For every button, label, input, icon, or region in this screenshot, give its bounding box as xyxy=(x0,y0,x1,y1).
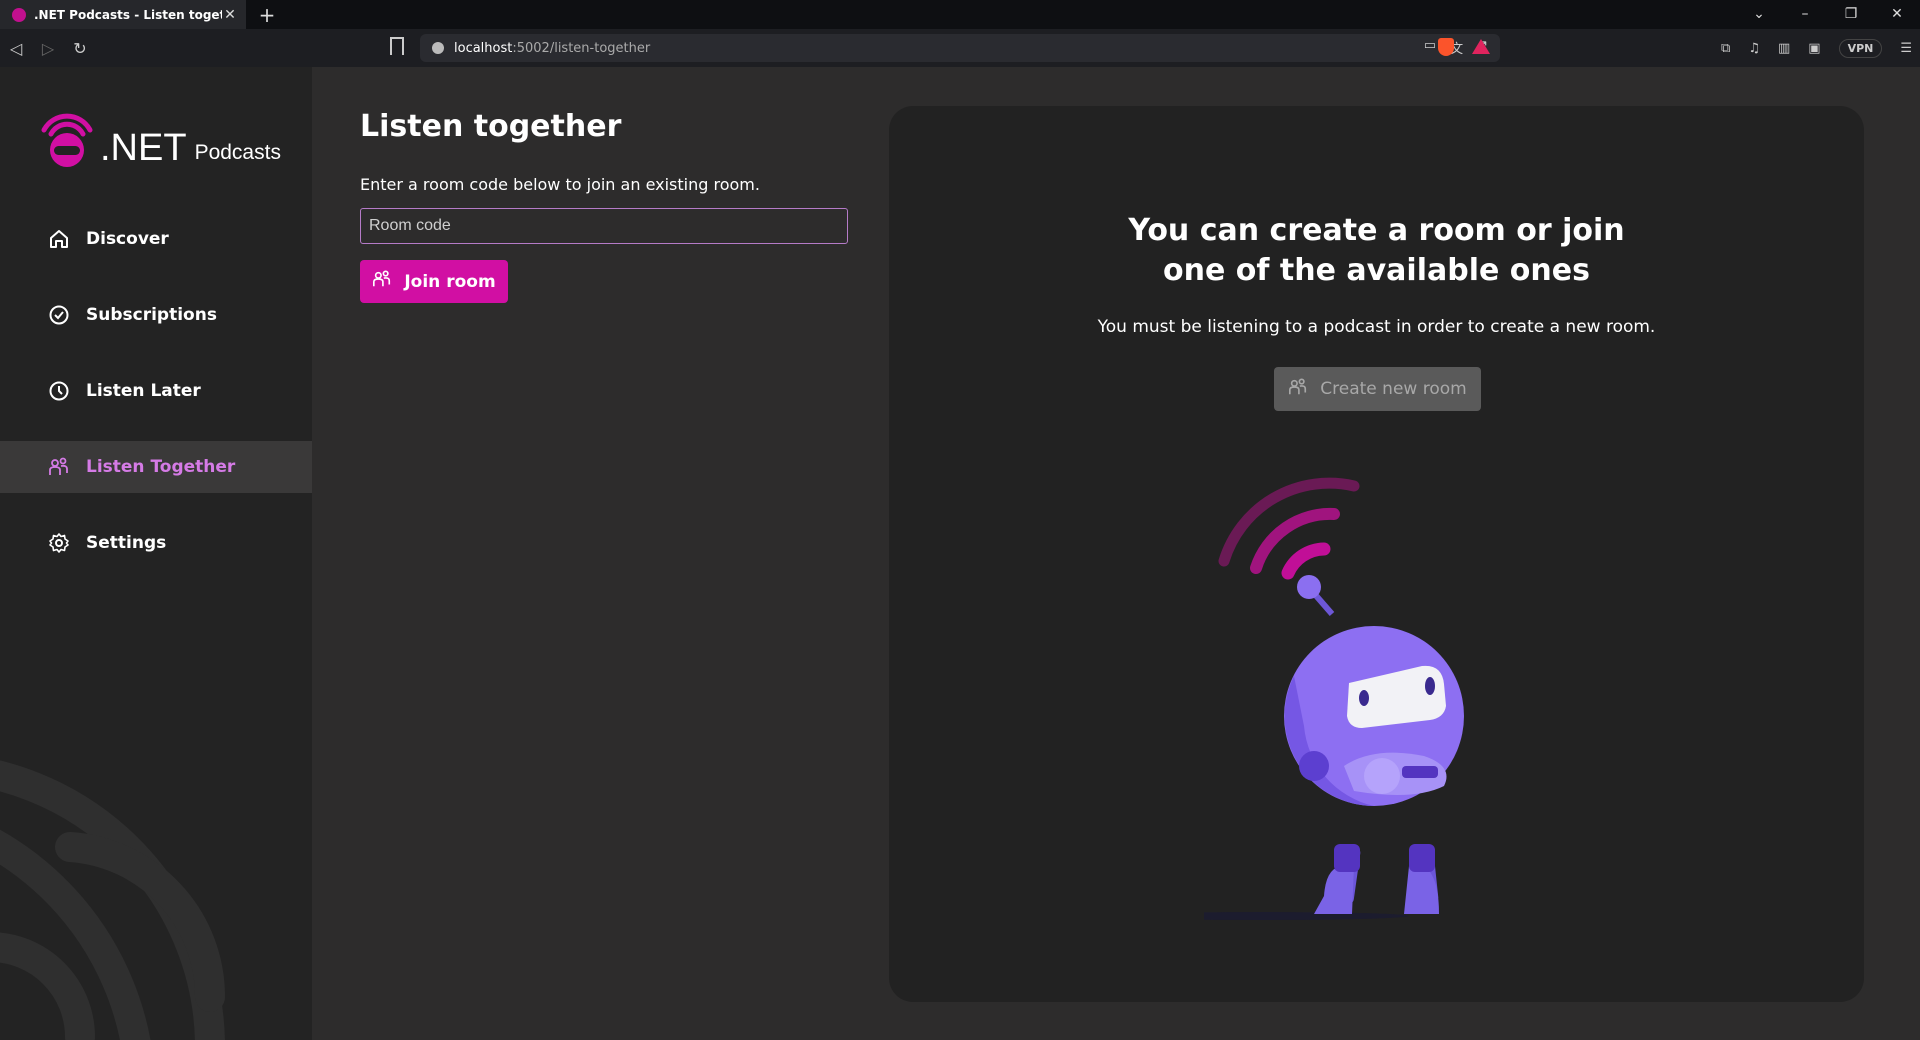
sidebar-item-label: Settings xyxy=(86,533,167,553)
back-button[interactable]: ◁ xyxy=(0,39,32,58)
url-path: :5002/listen-together xyxy=(512,40,651,56)
sidebar-nav: Discover Subscriptions Listen Later List… xyxy=(0,213,312,593)
gear-icon xyxy=(48,532,70,554)
window-controls: ⌄ – ❐ ✕ xyxy=(1736,0,1920,29)
browser-right-tools: ⧉ ♫ ▥ ▣ VPN ☰ xyxy=(1721,29,1912,67)
brave-shields-icon[interactable] xyxy=(1438,38,1454,56)
create-new-room-button[interactable]: Create new room xyxy=(1274,367,1481,411)
tab-close-icon[interactable]: ✕ xyxy=(222,7,238,23)
sidebar-item-discover[interactable]: Discover xyxy=(0,213,312,265)
people-icon xyxy=(1288,377,1308,402)
media-icon[interactable]: ♫ xyxy=(1748,41,1760,56)
podcast-favicon-icon xyxy=(12,7,26,22)
panel-text: You must be listening to a podcast in or… xyxy=(1097,317,1656,337)
sidebar-item-listen-together[interactable]: Listen Together xyxy=(0,441,312,493)
panel-title-line2: one of the available ones xyxy=(1163,253,1590,288)
people-icon xyxy=(372,269,392,294)
sidebar-item-subscriptions[interactable]: Subscriptions xyxy=(0,289,312,341)
sidebar-item-label: Listen Together xyxy=(86,457,236,477)
sidebar-item-listen-later[interactable]: Listen Later xyxy=(0,365,312,417)
app: .NET Podcasts Discover Subscriptions Lis… xyxy=(0,67,1920,1040)
browser-tab-bar: .NET Podcasts - Listen together ✕ + ⌄ – … xyxy=(0,0,1920,29)
browser-tab[interactable]: .NET Podcasts - Listen together ✕ xyxy=(0,0,246,29)
podcast-logo-icon xyxy=(40,110,94,168)
site-info-icon[interactable] xyxy=(432,42,444,54)
sidebar-item-label: Discover xyxy=(86,229,169,249)
sidebar: .NET Podcasts Discover Subscriptions Lis… xyxy=(0,67,312,1040)
logo-sub-text: Podcasts xyxy=(194,141,281,164)
join-room-button[interactable]: Join room xyxy=(360,260,508,303)
panel-title-line1: You can create a room or join xyxy=(1128,213,1625,248)
tab-title: .NET Podcasts - Listen together xyxy=(34,7,222,22)
sidebar-item-settings[interactable]: Settings xyxy=(0,517,312,569)
page-title: Listen together xyxy=(360,109,622,144)
signal-waves-decoration xyxy=(0,760,226,1040)
wallet-icon[interactable]: ▣ xyxy=(1808,41,1820,56)
url-host: localhost xyxy=(454,40,513,56)
page-description: Enter a room code below to join an exist… xyxy=(360,175,760,194)
app-logo[interactable]: .NET Podcasts xyxy=(40,110,281,168)
create-new-room-label: Create new room xyxy=(1320,379,1467,399)
vpn-button[interactable]: VPN xyxy=(1838,38,1883,58)
brave-rewards-icon[interactable] xyxy=(1472,39,1490,54)
bookmark-icon[interactable] xyxy=(390,37,404,55)
join-room-label: Join room xyxy=(404,271,496,292)
restore-button[interactable]: ❐ xyxy=(1828,0,1874,29)
reload-button[interactable]: ↻ xyxy=(64,39,96,58)
sidebar-toggle-icon[interactable]: ▥ xyxy=(1778,41,1790,56)
minimize-button[interactable]: – xyxy=(1782,0,1828,29)
panel-title: You can create a room or join one of the… xyxy=(889,211,1864,291)
check-circle-icon xyxy=(48,304,70,326)
sidebar-item-label: Subscriptions xyxy=(86,305,217,325)
clock-icon xyxy=(48,380,70,402)
main-content: Listen together Enter a room code below … xyxy=(312,67,1920,1040)
logo-main-text: .NET xyxy=(100,127,187,169)
extensions-icon[interactable]: ⧉ xyxy=(1721,41,1730,56)
sidebar-item-label: Listen Later xyxy=(86,381,201,401)
browser-toolbar: ◁ ▷ ↻ localhost:5002/listen-together ▭ 文… xyxy=(0,29,1920,67)
home-icon xyxy=(48,228,70,250)
cast-icon[interactable]: ▭ xyxy=(1424,38,1436,57)
address-bar[interactable]: localhost:5002/listen-together ▭ 文 ↗ xyxy=(420,34,1500,62)
tab-search-icon[interactable]: ⌄ xyxy=(1736,0,1782,29)
people-icon xyxy=(48,456,70,478)
new-tab-button[interactable]: + xyxy=(252,3,282,27)
room-code-input[interactable] xyxy=(360,208,848,244)
menu-icon[interactable]: ☰ xyxy=(1900,41,1912,56)
forward-button[interactable]: ▷ xyxy=(32,39,64,58)
create-room-panel: You can create a room or join one of the… xyxy=(889,106,1864,1002)
close-window-button[interactable]: ✕ xyxy=(1874,0,1920,29)
robot-mascot-illustration xyxy=(1204,477,1464,920)
